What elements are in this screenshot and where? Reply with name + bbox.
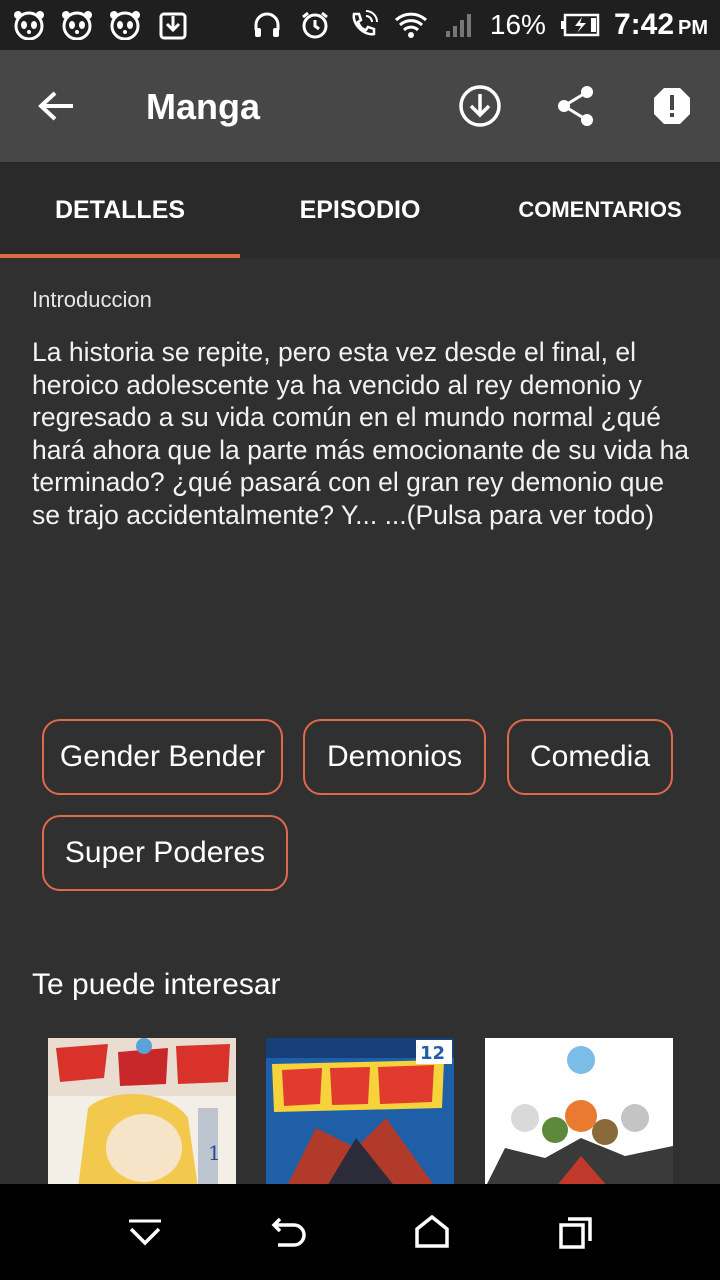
recommendation-cover-3[interactable]	[485, 1038, 673, 1188]
cover-art: 1	[48, 1038, 236, 1188]
page-title: Manga	[146, 86, 261, 127]
report-icon	[654, 88, 690, 124]
tab-comentarios[interactable]: COMENTARIOS	[480, 162, 720, 258]
alarm-icon	[298, 8, 332, 42]
headphones-icon	[250, 8, 284, 42]
battery-percentage: 16%	[489, 9, 546, 40]
share-button[interactable]	[546, 78, 606, 134]
panda-icon	[60, 8, 94, 42]
tag-super-poderes[interactable]: Super Poderes	[42, 815, 288, 891]
tag-demonios[interactable]: Demonios	[303, 719, 486, 795]
signal-icon	[442, 8, 476, 42]
status-bar: 16% 7:42 PM	[0, 0, 720, 50]
recents-icon	[559, 1217, 592, 1249]
home-icon	[415, 1215, 449, 1248]
app-bar: Manga	[0, 50, 720, 162]
home-button[interactable]	[402, 1204, 462, 1260]
intro-text[interactable]: La historia se repite, pero esta vez des…	[32, 336, 692, 531]
tab-detalles[interactable]: DETALLES	[0, 162, 240, 258]
download-notification-icon	[156, 8, 190, 42]
battery-charging-icon	[560, 8, 600, 42]
recommendation-cover-1[interactable]: 1	[48, 1038, 236, 1188]
recommendation-cover-2[interactable]: 12	[266, 1038, 454, 1188]
tag-gender-bender[interactable]: Gender Bender	[42, 719, 283, 795]
hide-keyboard-icon	[129, 1219, 161, 1246]
panda-icon	[108, 8, 142, 42]
intro-label: Introduccion	[32, 287, 152, 312]
hide-keyboard-button[interactable]	[115, 1204, 175, 1260]
cover-art	[485, 1038, 673, 1188]
svg-text:1: 1	[208, 1141, 221, 1165]
recents-button[interactable]	[546, 1204, 606, 1260]
recommendations-title: Te puede interesar	[32, 968, 281, 1001]
navigation-bar	[0, 1184, 720, 1280]
download-icon	[459, 85, 501, 127]
panda-icon	[12, 8, 46, 42]
clock: 7:42 PM	[613, 8, 708, 41]
download-button[interactable]	[450, 78, 510, 134]
arrow-left-icon	[38, 91, 73, 121]
tab-bar: DETALLES EPISODIO COMENTARIOS	[0, 162, 720, 258]
cover-art: 12	[266, 1038, 454, 1188]
share-icon	[558, 86, 593, 126]
tab-episodio[interactable]: EPISODIO	[240, 162, 480, 258]
back-nav-button[interactable]	[259, 1204, 319, 1260]
call-icon	[346, 8, 380, 42]
back-icon	[271, 1217, 306, 1247]
tag-comedia[interactable]: Comedia	[507, 719, 673, 795]
wifi-icon	[394, 8, 428, 42]
volume-number: 12	[420, 1043, 445, 1064]
report-button[interactable]	[642, 78, 702, 134]
back-button[interactable]	[24, 78, 88, 134]
